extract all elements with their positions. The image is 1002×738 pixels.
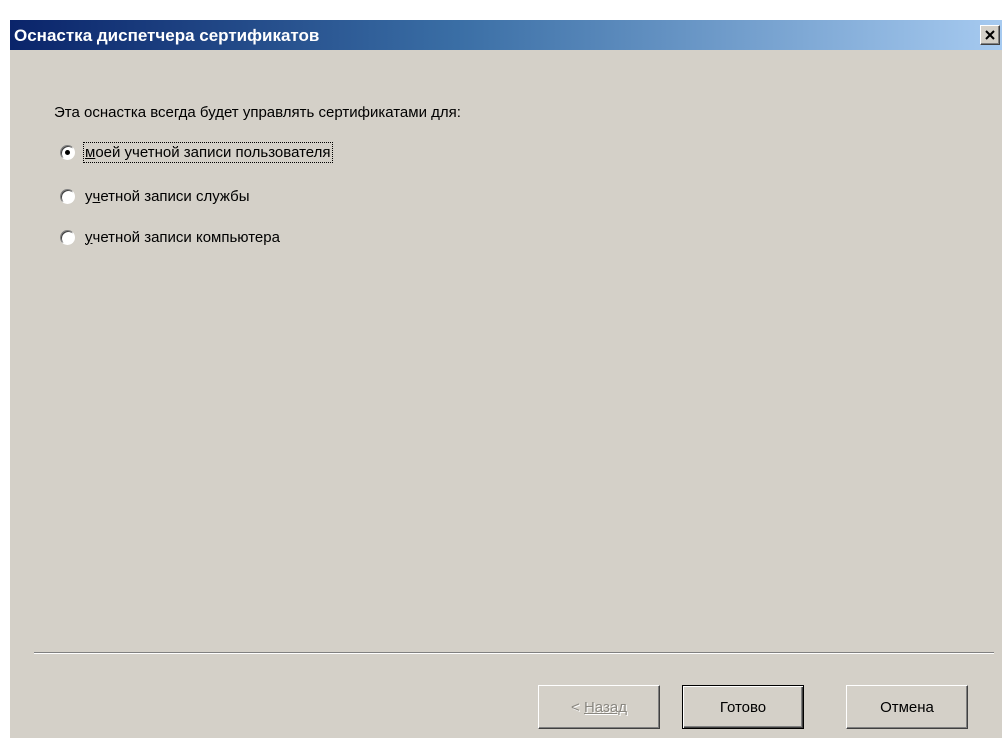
back-label: Назад [583,698,627,716]
finish-button[interactable]: Готово [682,685,804,729]
radio-label-computer-account[interactable]: учетной записи компьютера [84,228,281,247]
account-type-prompt: Эта оснастка всегда будет управлять серт… [54,104,461,121]
window-title: Оснастка диспетчера сертификатов [14,26,320,45]
radio-option-computer-account[interactable]: учетной записи компьютера [60,226,281,248]
title-bar[interactable]: Оснастка диспетчера сертификатов [10,20,1002,50]
radio-option-service-account[interactable]: учетной записи службы [60,185,250,207]
close-icon [985,30,995,40]
button-separator [34,652,994,654]
close-button[interactable] [980,25,1000,45]
radio-label-service-account[interactable]: учетной записи службы [84,187,250,206]
cancel-label: Отмена [880,698,934,716]
radio-button-service-account[interactable] [60,188,75,204]
radio-option-my-user-account[interactable]: моей учетной записи пользователя [60,141,333,163]
radio-button-computer-account[interactable] [60,229,75,245]
cancel-button[interactable]: Отмена [846,685,968,729]
back-button[interactable]: < Назад [538,685,660,729]
radio-selected-dot [65,149,70,155]
radio-button-my-user-account[interactable] [60,144,75,160]
back-arrow-text: < [571,698,584,716]
certificates-snapin-dialog: Оснастка диспетчера сертификатов Эта осн… [10,20,1002,738]
radio-label-my-user-account[interactable]: моей учетной записи пользователя [83,141,333,163]
finish-label: Готово [719,698,767,716]
